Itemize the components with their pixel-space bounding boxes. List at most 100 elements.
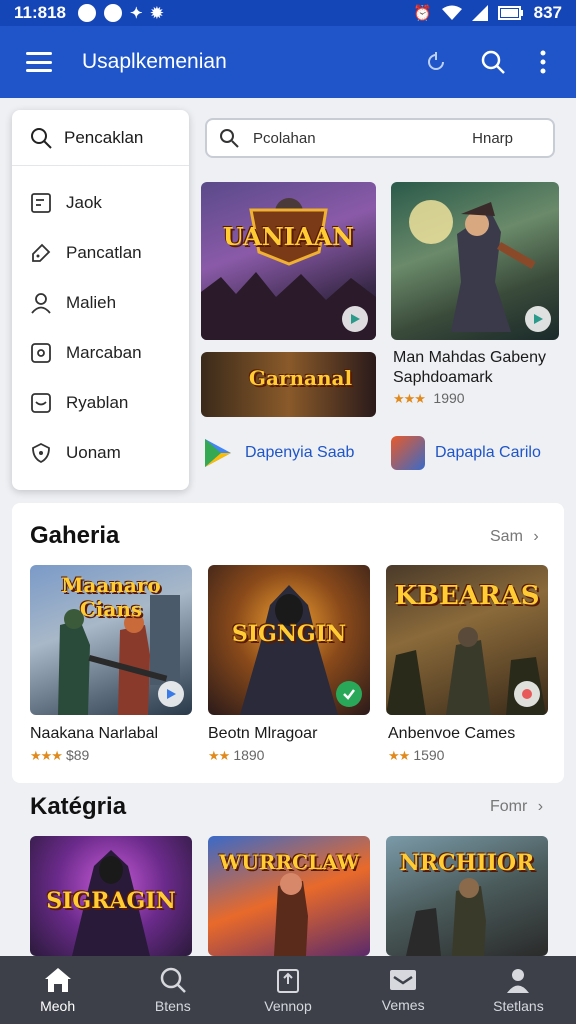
image-icon (31, 343, 51, 363)
battery-level: 837 (533, 3, 562, 22)
nav-label: Stetlans (493, 998, 544, 1014)
game-card[interactable]: SIGNGIN (208, 565, 370, 715)
status-time: 11:818 (14, 3, 66, 22)
drawer-item-ryablan[interactable]: Ryablan (12, 378, 189, 428)
featured-image-title: UANIAAN (222, 222, 355, 251)
featured-game-image[interactable]: UANIAAN (201, 182, 376, 340)
tag-icon (32, 243, 51, 262)
game-name[interactable]: Beotn Mlragoar (208, 725, 317, 743)
drawer-item-malieh[interactable]: Malieh (12, 278, 189, 328)
search-icon (220, 129, 239, 148)
game-name[interactable]: Anbenvoe Cames (388, 725, 515, 743)
nav-label: Vemes (381, 997, 425, 1013)
wifi-icon (441, 5, 462, 20)
app-link-dapapla[interactable]: Dapapla Carilo (391, 436, 541, 470)
status-bar: 11:818 ✦ ✹ ⏰ 837 (0, 0, 576, 26)
rating-value: 1990 (433, 390, 465, 406)
drawer-item-uonam[interactable]: Uonam (12, 428, 189, 478)
game-card[interactable]: KBEARAS (386, 565, 548, 715)
rating-value: 1590 (413, 747, 445, 763)
star-rating-icon: ★★ (208, 748, 230, 763)
featured-title-line1: Man Mahdas Gabeny (393, 349, 546, 366)
star-rating-icon: ★★ (388, 748, 410, 763)
drawer-item-marcaban[interactable]: Marcaban (12, 328, 189, 378)
game-controller-icon: ✦ (130, 5, 143, 22)
nav-label: Btens (154, 998, 191, 1014)
game-rating: ★★★ $89 (30, 747, 89, 764)
bookmark-icon (31, 193, 51, 213)
profile-icon (507, 969, 530, 993)
status-indicators: ⏰ 837 (413, 3, 562, 23)
drawer-search[interactable]: Pencaklan (12, 110, 189, 166)
mail-icon (31, 393, 51, 413)
chevron-right-icon: › (537, 798, 544, 815)
drawer-item-jaok[interactable]: Jaok (12, 178, 189, 228)
featured-title-line2: Saphdoamark (393, 369, 493, 386)
notification-icons: ✦ ✹ (78, 4, 163, 22)
drawer-item-pancatlan[interactable]: Pancatlan (12, 228, 189, 278)
check-badge-icon (336, 681, 362, 707)
featured-banner-image[interactable]: Garnanal (201, 352, 376, 417)
see-more-label: Sam (490, 528, 523, 545)
inbox-icon (390, 970, 417, 990)
play-badge-icon (342, 306, 368, 332)
bottom-navigation: Meoh Btens Vennop Vemes Stetlans (0, 956, 576, 1024)
featured-game-title[interactable]: Man Mahdas Gabeny Saphdoamark ★★★ 1990 (393, 348, 563, 409)
game-badge-icon (514, 681, 540, 707)
app-bar: Usaplkemenian (0, 26, 576, 98)
star-rating-icon: ★★★ (393, 391, 426, 406)
battery-icon (497, 6, 523, 20)
app-link-label: Dapenyia Saab (245, 444, 355, 461)
nav-label: Meoh (40, 998, 76, 1014)
nav-item-upload[interactable]: Vennop (230, 956, 345, 1024)
category-card[interactable]: NRCHIIOR (386, 836, 548, 956)
play-badge-icon (525, 306, 551, 332)
see-more-label: Fomr (490, 798, 528, 815)
category-image-title: NRCHIIOR (399, 850, 535, 876)
rating-value: 1890 (233, 747, 265, 763)
rating-value: $89 (65, 747, 90, 763)
search-icon[interactable] (480, 49, 506, 75)
game-name[interactable]: Naakana Narlabal (30, 725, 158, 743)
drawer-item-label: Ryablan (66, 393, 129, 412)
nav-item-home[interactable]: Meoh (0, 956, 115, 1024)
refresh-icon[interactable] (426, 52, 446, 72)
game-image-title: Maanaro Cians (61, 573, 161, 621)
drawer-search-label: Pencaklan (64, 127, 144, 147)
shield-icon (32, 442, 50, 464)
category-image-title: SIGRAGIN (46, 888, 176, 914)
featured-game-image[interactable] (391, 182, 559, 340)
game-card[interactable]: Maanaro Cians (30, 565, 192, 715)
game-rating: ★★ 1590 (388, 747, 444, 764)
search-text: Pcolahan (253, 129, 316, 147)
person-icon (31, 293, 51, 314)
more-options-icon[interactable] (540, 50, 546, 74)
settings-icon: ✹ (150, 5, 164, 22)
see-more-link[interactable]: Sam › (490, 528, 539, 546)
notification-icon (78, 4, 96, 22)
app-title: Usaplkemenian (82, 50, 227, 73)
app-link-dapenyia[interactable]: Dapenyia Saab (201, 436, 354, 470)
nav-item-inbox[interactable]: Vemes (346, 956, 461, 1024)
nav-item-search[interactable]: Btens (115, 956, 230, 1024)
drawer-item-label: Uonam (66, 443, 121, 462)
alarm-icon: ⏰ (412, 5, 432, 22)
menu-icon[interactable] (26, 52, 52, 72)
play-badge-icon (158, 681, 184, 707)
star-rating-icon: ★★★ (30, 748, 63, 763)
category-card[interactable]: WURRCLAW (208, 836, 370, 956)
nav-item-profile[interactable]: Stetlans (461, 956, 576, 1024)
signal-icon (471, 5, 488, 21)
chevron-right-icon: › (533, 528, 539, 545)
notification-icon (104, 4, 122, 22)
category-image-title: WURRCLAW (218, 850, 360, 874)
drawer-item-label: Marcaban (66, 343, 142, 362)
see-more-link[interactable]: Fomr › (490, 798, 543, 816)
category-card[interactable]: SIGRAGIN (30, 836, 192, 956)
upload-icon (277, 969, 299, 993)
drawer-item-label: Malieh (66, 293, 117, 312)
search-hint: Hnarp (472, 129, 513, 147)
drawer-item-label: Jaok (66, 193, 102, 212)
search-input[interactable]: Pcolahan Hnarp (205, 118, 555, 158)
banner-title: Garnanal (248, 366, 353, 390)
